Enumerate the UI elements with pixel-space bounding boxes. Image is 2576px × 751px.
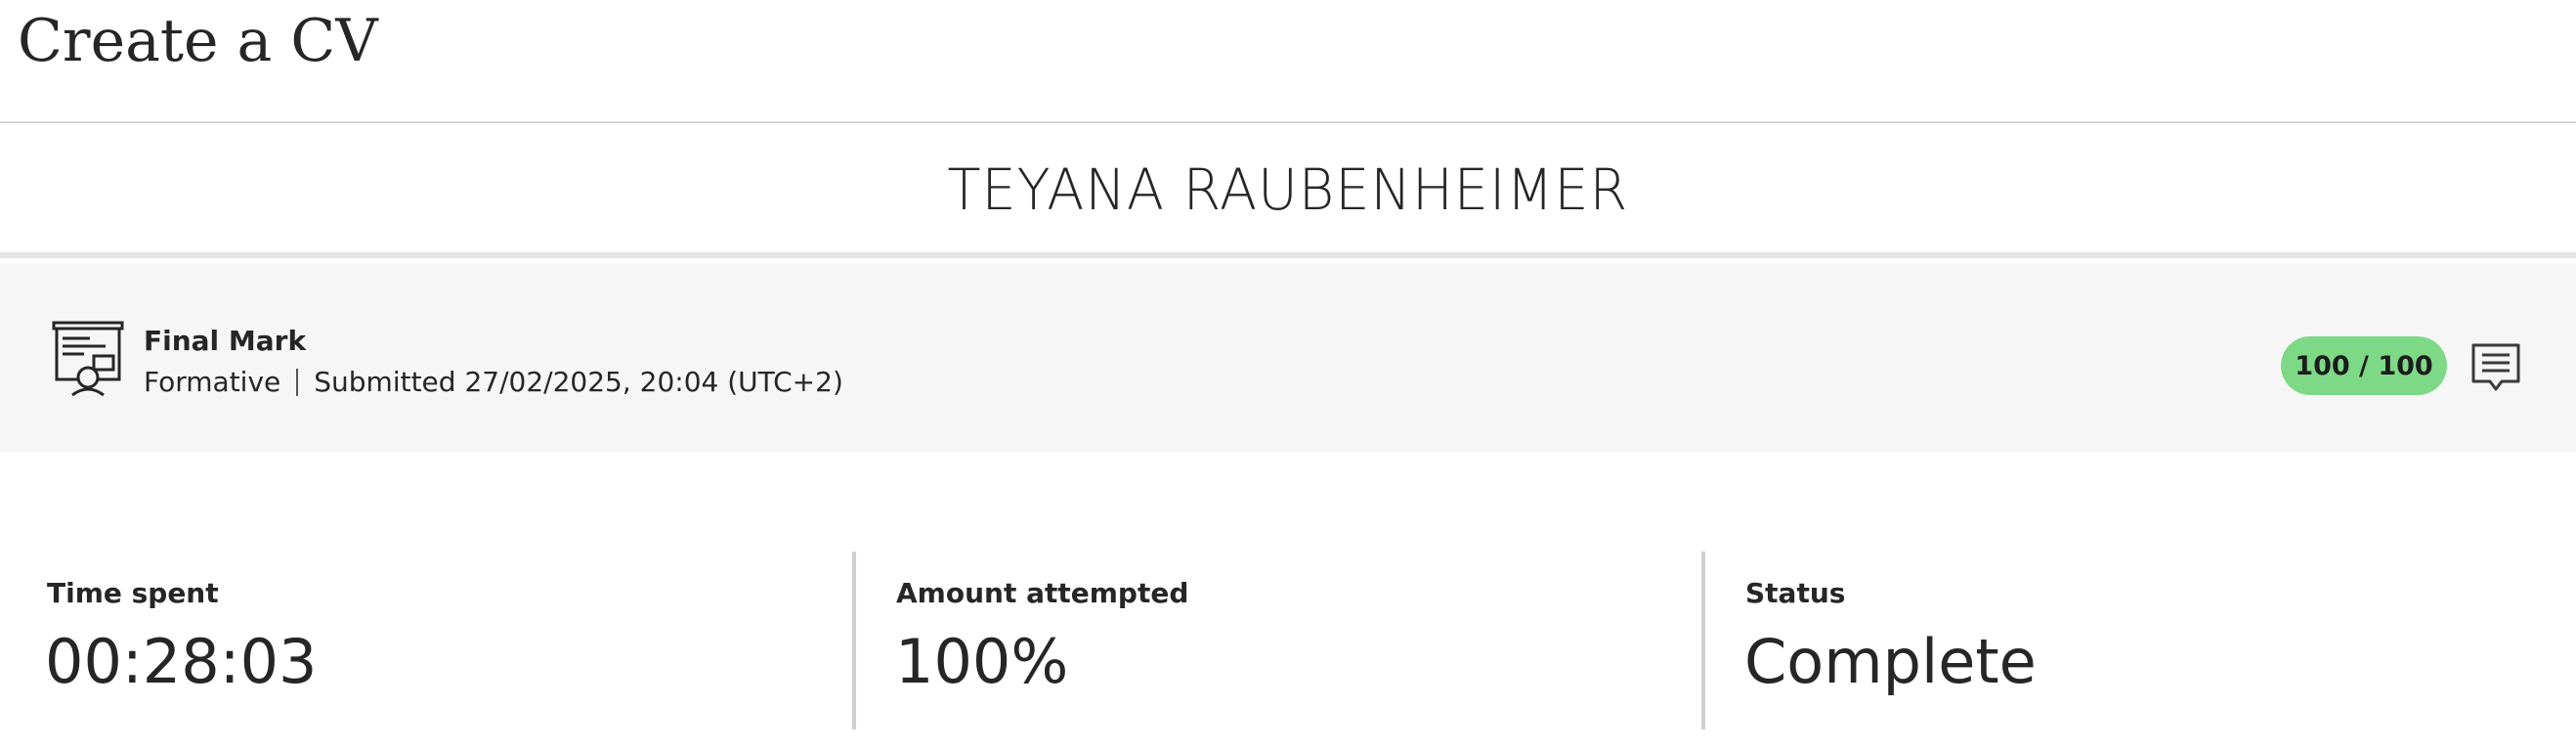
stat-time-spent: Time spent 00:28:03 (0, 552, 854, 729)
stat-label: Status (1745, 577, 1846, 609)
stat-label: Time spent (47, 577, 219, 609)
final-mark-row: Final Mark Formative Submitted 27/02/202… (0, 264, 2576, 452)
student-name-bar: TEYANA RAUBENHEIMER (0, 123, 2576, 258)
comment-icon[interactable] (2470, 342, 2521, 395)
final-mark-meta: Formative Submitted 27/02/2025, 20:04 (U… (144, 366, 843, 398)
score-badge[interactable]: 100 / 100 (2281, 336, 2447, 395)
meta-separator (296, 368, 299, 396)
stat-value: 100% (895, 626, 1069, 697)
final-mark-title: Final Mark (144, 325, 307, 357)
page-title: Create a CV (18, 7, 378, 75)
stat-label: Amount attempted (896, 577, 1189, 609)
page-header: Create a CV (0, 0, 2576, 123)
stat-value: Complete (1744, 626, 2037, 697)
stat-amount-attempted: Amount attempted 100% (856, 552, 1702, 729)
stat-value: 00:28:03 (45, 626, 318, 697)
attempt-stats: Time spent 00:28:03 Amount attempted 100… (0, 552, 2576, 729)
stat-status: Status Complete (1705, 552, 2565, 729)
certificate-presentation-icon (52, 321, 124, 397)
assessment-type: Formative (144, 366, 281, 398)
submitted-date: Submitted 27/02/2025, 20:04 (UTC+2) (314, 366, 843, 398)
student-name: TEYANA RAUBENHEIMER (947, 156, 1629, 223)
